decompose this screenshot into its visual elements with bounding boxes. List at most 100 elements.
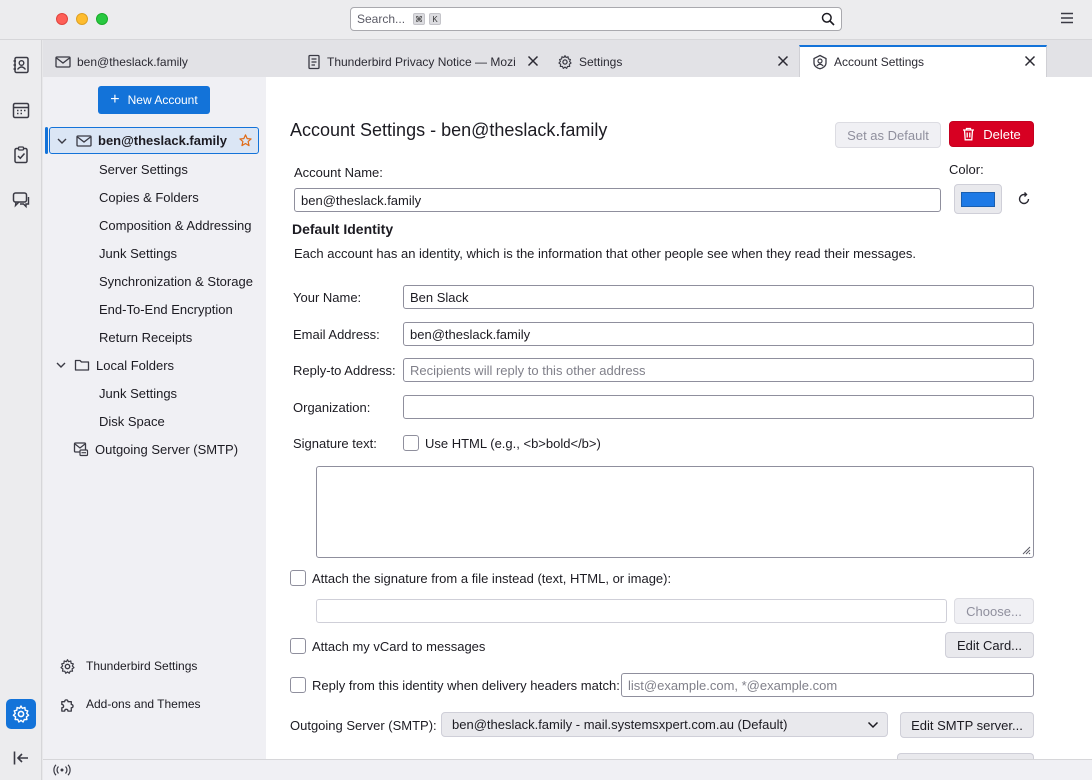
your-name-input[interactable]: Ben Slack: [403, 285, 1034, 309]
hamburger-icon: [1061, 12, 1073, 24]
edit-card-button[interactable]: Edit Card...: [945, 632, 1034, 658]
tasks-space-button[interactable]: [6, 140, 36, 170]
outgoing-server-select[interactable]: ben@theslack.family - mail.systemsxpert.…: [441, 712, 888, 737]
collapse-spaces-button[interactable]: [6, 743, 36, 773]
window-minimize-button[interactable]: [76, 13, 88, 25]
new-account-label: New Account: [127, 93, 198, 107]
signature-textarea[interactable]: [316, 466, 1034, 558]
attach-signature-file-checkbox[interactable]: [290, 570, 306, 586]
mail-icon: [55, 55, 71, 68]
tree-item-sync-storage[interactable]: Synchronization & Storage: [99, 268, 253, 294]
default-identity-heading: Default Identity: [292, 221, 394, 237]
trash-icon: [963, 127, 975, 141]
settings-space-button[interactable]: [6, 699, 36, 729]
chevron-down-icon[interactable]: [56, 135, 68, 147]
status-bar: [43, 759, 1092, 780]
local-folders-label: Local Folders: [96, 357, 175, 373]
tab-label: Account Settings: [834, 55, 925, 69]
default-account-star-icon: [239, 134, 252, 147]
app-menu-button[interactable]: [1060, 12, 1074, 24]
title-bar: Search... ⌘ K: [0, 0, 1092, 40]
reply-to-input[interactable]: Recipients will reply to this other addr…: [403, 358, 1034, 382]
signature-file-path-input[interactable]: [316, 599, 947, 623]
online-status-icon[interactable]: [53, 764, 71, 776]
color-label: Color:: [949, 162, 984, 177]
calendar-icon: [12, 102, 30, 119]
outgoing-server-label: Outgoing Server (SMTP): [95, 441, 239, 457]
attach-vcard-checkbox[interactable]: [290, 638, 306, 654]
thunderbird-settings-link[interactable]: Thunderbird Settings: [59, 654, 197, 678]
plus-icon: +: [110, 91, 120, 108]
tree-item-local-folders[interactable]: Local Folders: [55, 352, 174, 378]
tab-close-button[interactable]: [527, 55, 539, 67]
shortcut-cmd-key: ⌘: [413, 13, 426, 25]
puzzle-icon: [61, 698, 74, 712]
email-address-input[interactable]: ben@theslack.family: [403, 322, 1034, 346]
use-html-label: Use HTML (e.g., <b>bold</b>): [425, 436, 601, 451]
collapse-left-icon: [13, 751, 28, 765]
global-search-input[interactable]: Search... ⌘ K: [350, 7, 842, 31]
edit-smtp-server-button[interactable]: Edit SMTP server...: [900, 712, 1034, 738]
tree-item-copies-folders[interactable]: Copies & Folders: [99, 184, 199, 210]
chevron-down-icon: [867, 720, 879, 730]
gear-icon: [60, 658, 75, 674]
attach-vcard-label: Attach my vCard to messages: [312, 639, 486, 654]
attach-signature-file-label: Attach the signature from a file instead…: [312, 571, 672, 586]
tree-item-label: Copies & Folders: [99, 189, 199, 205]
delivery-headers-input[interactable]: list@example.com, *@example.com: [621, 673, 1034, 697]
gear-icon: [558, 54, 572, 69]
resize-grip-icon[interactable]: [1021, 545, 1031, 555]
address-book-icon: [13, 56, 29, 74]
tab-label: Thunderbird Privacy Notice — Mozilla: [327, 54, 515, 69]
email-address-label: Email Address:: [293, 327, 380, 342]
tab-settings[interactable]: Settings: [545, 46, 799, 77]
reply-from-identity-checkbox[interactable]: [290, 677, 306, 693]
tasks-icon: [14, 146, 28, 164]
tab-bar: ben@theslack.family Thunderbird Privacy …: [43, 40, 1092, 77]
window-zoom-button[interactable]: [96, 13, 108, 25]
addons-themes-link[interactable]: Add-ons and Themes: [59, 692, 201, 716]
set-as-default-button[interactable]: Set as Default: [835, 122, 941, 148]
set-as-default-label: Set as Default: [847, 127, 929, 143]
tree-item-e2e-encryption[interactable]: End-To-End Encryption: [99, 296, 233, 322]
reset-color-button[interactable]: [1017, 192, 1031, 206]
document-icon: [308, 54, 320, 69]
calendar-space-button[interactable]: [6, 95, 36, 125]
tree-item-local-junk-settings[interactable]: Junk Settings: [99, 380, 177, 406]
tree-item-disk-space[interactable]: Disk Space: [99, 408, 165, 434]
delete-account-button[interactable]: Delete: [949, 121, 1034, 147]
tab-mail[interactable]: ben@theslack.family: [43, 46, 293, 77]
edit-card-label: Edit Card...: [956, 637, 1023, 653]
tab-account-settings[interactable]: Account Settings: [799, 45, 1047, 77]
search-icon[interactable]: [821, 12, 835, 26]
spaces-toolbar: [0, 0, 42, 780]
color-fill: [961, 192, 995, 207]
window-close-button[interactable]: [56, 13, 68, 25]
chevron-down-icon[interactable]: [55, 359, 67, 371]
tree-item-composition-addressing[interactable]: Composition & Addressing: [99, 212, 251, 238]
account-color-picker[interactable]: [954, 184, 1002, 214]
identity-description: Each account has an identity, which is t…: [294, 246, 916, 261]
choose-file-button[interactable]: Choose...: [954, 598, 1034, 624]
tab-close-button[interactable]: [777, 55, 789, 67]
search-placeholder: Search...: [357, 12, 406, 26]
outgoing-server-label: Outgoing Server (SMTP):: [290, 718, 437, 733]
mail-account-icon: [76, 134, 92, 147]
shortcut-k-key: K: [429, 13, 442, 25]
address-book-space-button[interactable]: [6, 50, 36, 80]
account-name-input[interactable]: ben@theslack.family: [294, 188, 941, 212]
reply-from-identity-label: Reply from this identity when delivery h…: [312, 678, 620, 693]
tree-item-return-receipts[interactable]: Return Receipts: [99, 324, 192, 350]
tree-item-outgoing-server[interactable]: Outgoing Server (SMTP): [73, 436, 238, 462]
organization-input[interactable]: [403, 395, 1034, 419]
chat-space-button[interactable]: [6, 185, 36, 215]
tab-privacy-notice[interactable]: Thunderbird Privacy Notice — Mozilla: [295, 46, 539, 77]
use-html-checkbox[interactable]: [403, 435, 419, 451]
tab-close-button[interactable]: [1024, 55, 1036, 67]
tree-item-junk-settings[interactable]: Junk Settings: [99, 240, 177, 266]
tree-item-server-settings[interactable]: Server Settings: [99, 156, 188, 182]
new-account-button[interactable]: + New Account: [98, 86, 210, 114]
page-title: Account Settings - ben@theslack.family: [290, 120, 608, 140]
tree-item-account[interactable]: ben@theslack.family: [49, 127, 259, 154]
folder-icon: [74, 359, 90, 371]
